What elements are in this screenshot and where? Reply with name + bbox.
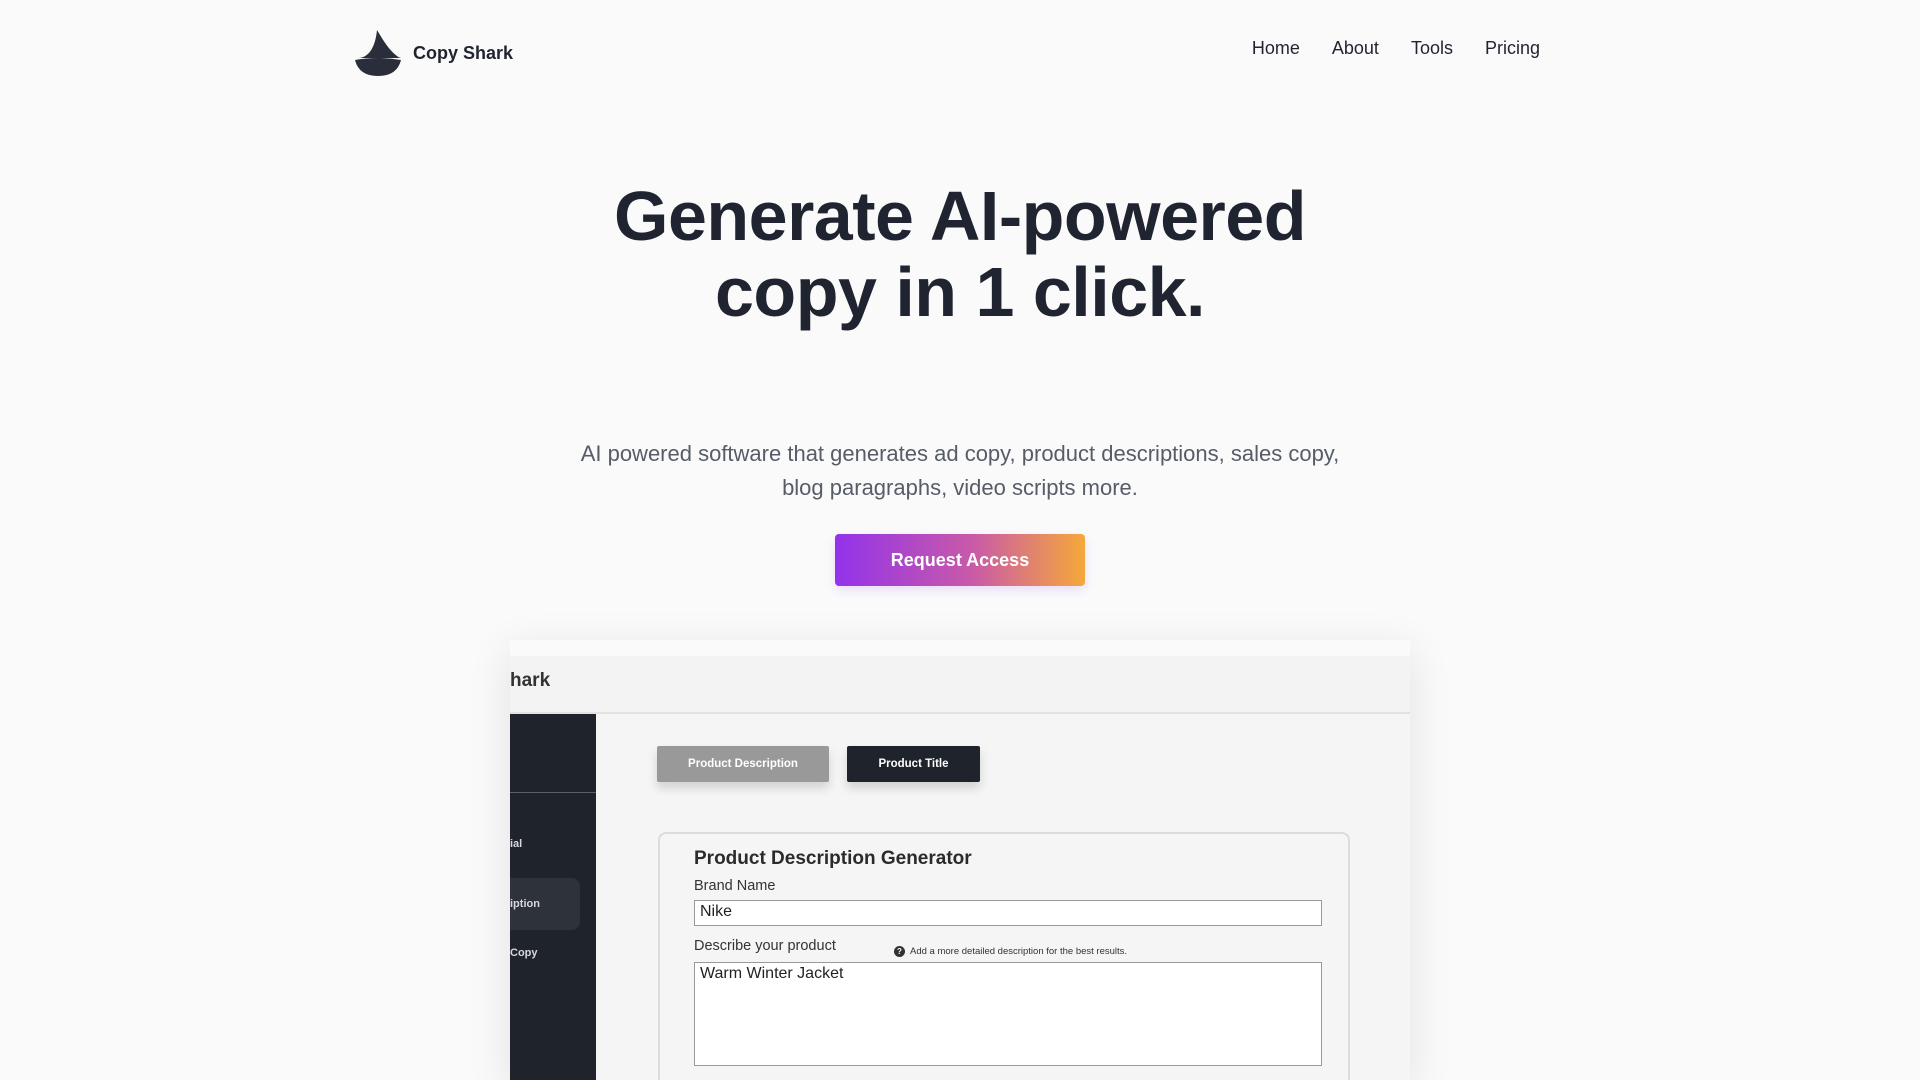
- sidebar-item-tutorial[interactable]: ial: [510, 838, 522, 850]
- preview-app-header: [510, 656, 1410, 714]
- brand-name-label: Brand Name: [694, 878, 776, 894]
- shark-fin-logo-icon: [355, 30, 403, 76]
- hero-title: Generate AI-powered copy in 1 click.: [614, 177, 1306, 331]
- describe-product-textarea[interactable]: Warm Winter Jacket: [694, 962, 1322, 1066]
- brand-logo-link[interactable]: Copy Shark: [353, 28, 513, 78]
- nav-home[interactable]: Home: [1252, 38, 1300, 59]
- hero-subtitle: AI powered software that generates ad co…: [580, 441, 1340, 500]
- generator-card: Product Description Generator Brand Name…: [658, 832, 1350, 1080]
- nav-about[interactable]: About: [1332, 38, 1379, 59]
- brand-name: Copy Shark: [413, 42, 514, 63]
- hint-text: Add a more detailed description for the …: [910, 946, 1128, 957]
- preview-top-strip: [510, 640, 1410, 656]
- nav-tools[interactable]: Tools: [1411, 38, 1453, 59]
- brand-name-input[interactable]: Nike: [694, 900, 1322, 926]
- help-icon: ?: [894, 946, 905, 957]
- main-nav: Home About Tools Pricing: [1252, 38, 1540, 59]
- tab-product-description[interactable]: Product Description: [657, 746, 829, 782]
- description-hint: ? Add a more detailed description for th…: [894, 946, 1127, 957]
- sidebar-item-copy[interactable]: Copy: [510, 947, 538, 959]
- nav-pricing[interactable]: Pricing: [1485, 38, 1540, 59]
- describe-product-label: Describe your product: [694, 938, 836, 954]
- preview-brand-name: hark: [510, 670, 551, 691]
- generator-title: Product Description Generator: [694, 848, 972, 869]
- app-preview-screenshot: hark ial iption Copy Product Description…: [510, 640, 1410, 1080]
- preview-sidebar: ial iption Copy: [510, 714, 596, 1080]
- sidebar-divider: [510, 792, 596, 793]
- sidebar-item-description[interactable]: iption: [510, 878, 580, 930]
- tab-product-title[interactable]: Product Title: [847, 746, 980, 782]
- request-access-button[interactable]: Request Access: [835, 534, 1085, 586]
- site-header: Copy Shark Home About Tools Pricing: [0, 0, 1920, 104]
